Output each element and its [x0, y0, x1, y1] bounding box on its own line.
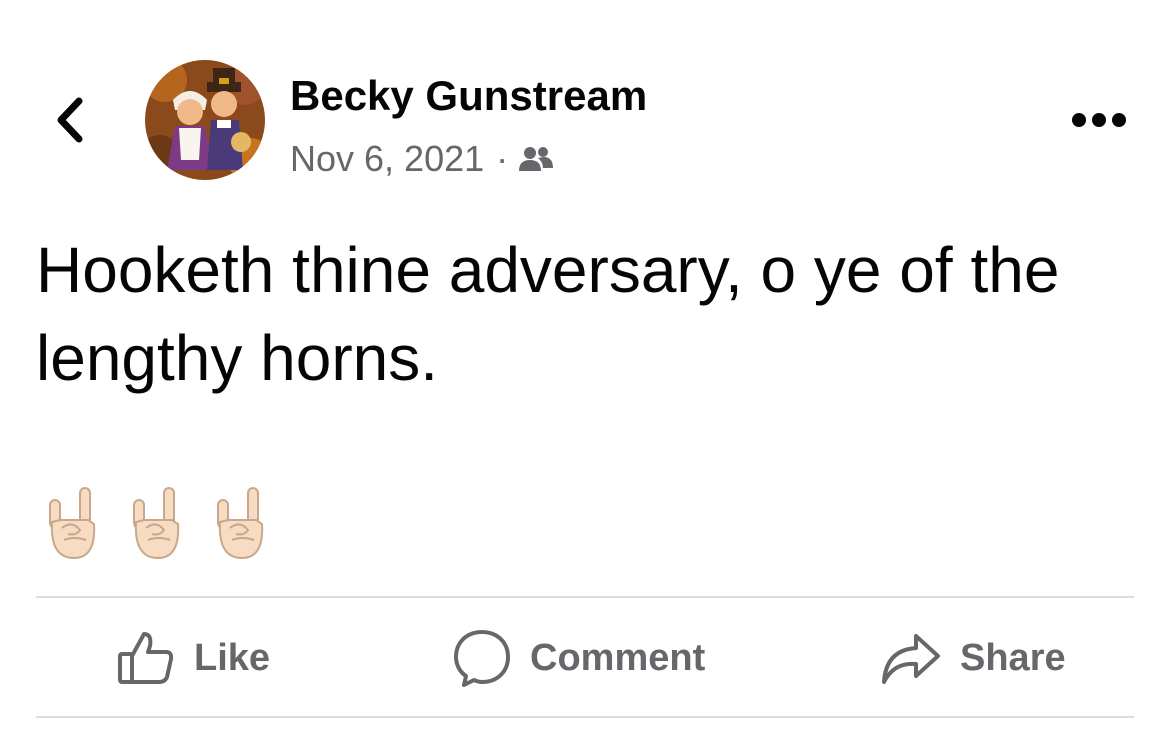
back-button[interactable] [44, 92, 96, 148]
comment-button[interactable]: Comment [452, 622, 705, 694]
chevron-left-icon [57, 97, 83, 143]
divider-top [36, 596, 1134, 598]
author-name[interactable]: Becky Gunstream [290, 72, 647, 120]
share-label: Share [960, 636, 1066, 679]
divider-bottom [36, 716, 1134, 718]
sign-of-horns-emoji [217, 487, 264, 560]
emoji-row [44, 484, 270, 562]
meta-separator: · [496, 138, 509, 179]
share-arrow-icon [882, 634, 940, 684]
post-view: Becky Gunstream Nov 6, 2021 · Hooketh th… [0, 0, 1170, 736]
avatar-image [145, 60, 265, 180]
sign-of-horns-emoji [49, 487, 96, 560]
post-meta: Nov 6, 2021 · [290, 138, 554, 180]
sign-of-horns-emoji [133, 487, 180, 560]
like-label: Like [194, 636, 271, 679]
more-options-button[interactable] [1066, 100, 1132, 140]
speech-bubble-icon [454, 630, 510, 687]
like-button[interactable]: Like [116, 622, 270, 694]
post-text: Hooketh thine adversary, o ye of the len… [36, 234, 1060, 394]
friends-icon[interactable] [518, 144, 554, 174]
comment-label: Comment [530, 636, 706, 679]
post-date[interactable]: Nov 6, 2021 [290, 138, 484, 180]
avatar[interactable] [145, 60, 265, 180]
more-horizontal-icon [1072, 113, 1126, 127]
thumbs-up-icon [118, 632, 174, 684]
share-button[interactable]: Share [880, 622, 1066, 694]
